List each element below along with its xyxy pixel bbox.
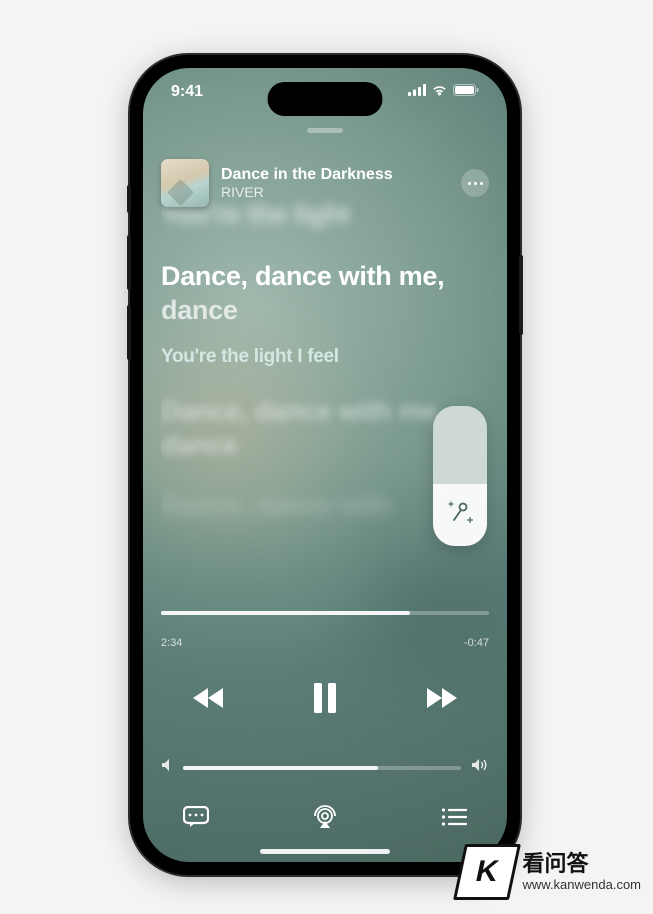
pause-button[interactable]: [312, 683, 338, 718]
dynamic-island: [268, 82, 383, 116]
volume-down-button: [127, 305, 131, 360]
power-button: [519, 255, 523, 335]
time-elapsed: 2:34: [161, 637, 182, 649]
time-remaining: -0:47: [464, 637, 489, 649]
cellular-icon: [408, 83, 426, 101]
vocal-level-slider[interactable]: [433, 406, 487, 546]
player-controls: 2:34 -0:47: [161, 603, 489, 834]
next-track-button[interactable]: [423, 686, 459, 715]
now-playing-header: Dance in the Darkness RIVER: [161, 156, 489, 210]
phone-frame: 9:41 Dance in the Darkness RIVER: [130, 55, 520, 875]
sheet-grabber[interactable]: [307, 128, 343, 133]
screen: 9:41 Dance in the Darkness RIVER: [143, 68, 507, 862]
watermark: K 看问答 www.kanwenda.com: [459, 844, 642, 900]
previous-track-button[interactable]: [191, 686, 227, 715]
microphone-sparkle-icon: [445, 498, 475, 533]
status-time: 9:41: [171, 83, 203, 101]
album-art[interactable]: [161, 159, 209, 207]
wifi-icon: [431, 83, 448, 101]
lyric-line-next: You're the light I feel: [161, 345, 489, 369]
queue-button[interactable]: [441, 808, 467, 831]
watermark-name: 看问答: [523, 851, 642, 877]
track-title: Dance in the Darkness: [221, 166, 449, 184]
lyrics-button[interactable]: [183, 806, 209, 833]
airplay-button[interactable]: [312, 805, 338, 834]
lyric-line-current: Dance, dance with me, dance: [161, 260, 489, 328]
battery-icon: [453, 83, 479, 101]
home-indicator[interactable]: [260, 849, 390, 854]
watermark-url: www.kanwenda.com: [523, 877, 642, 893]
volume-high-icon: [471, 758, 489, 777]
silence-switch: [127, 185, 131, 213]
volume-up-button: [127, 235, 131, 290]
watermark-logo: K: [453, 844, 521, 900]
volume-low-icon: [161, 758, 173, 777]
ellipsis-icon: [468, 182, 471, 185]
vocal-slider-track: [433, 406, 487, 484]
progress-slider[interactable]: [161, 603, 489, 623]
track-info[interactable]: Dance in the Darkness RIVER: [221, 166, 449, 200]
track-artist: RIVER: [221, 184, 449, 200]
more-button[interactable]: [461, 169, 489, 197]
volume-slider[interactable]: [183, 766, 461, 770]
